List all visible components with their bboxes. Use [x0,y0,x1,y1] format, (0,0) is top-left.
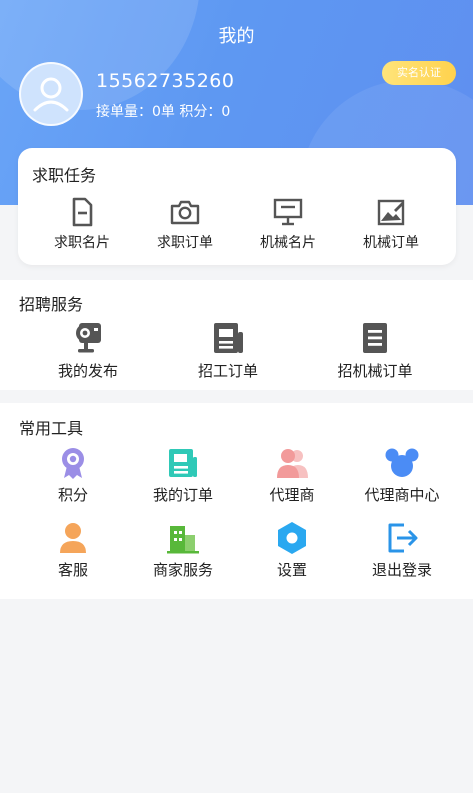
page-title: 我的 [218,26,255,47]
hire-order-item[interactable]: 招工订单 [188,320,268,381]
points-item[interactable]: 积分 [33,446,113,505]
job-tasks-title: 求职任务 [32,166,97,185]
machine-hire-order-item[interactable]: 招机械订单 [327,320,423,381]
monitor-icon [273,198,303,226]
list-document-icon [363,323,387,353]
recruit-section: 招聘服务 我的发布 招工订单 招机械订单 [0,280,473,390]
machine-order-item[interactable]: 机械订单 [355,196,427,252]
document-icon [72,197,93,227]
camera-icon [170,200,200,225]
merchant-service-item[interactable]: 商家服务 [143,521,223,580]
newspaper-icon [214,323,243,353]
recruit-title: 招聘服务 [19,295,84,314]
machine-card-label: 机械名片 [260,235,316,251]
job-order-item[interactable]: 求职订单 [149,196,221,252]
job-order-label: 求职订单 [157,235,213,251]
agent-center-label: 代理商中心 [364,486,440,504]
user-stats: 接单量：0单 积分：0 [96,104,231,120]
hire-order-label: 招工订单 [197,362,258,380]
user-avatar-icon [33,77,69,112]
settings-label: 设置 [276,561,307,579]
job-tasks-card: 求职任务 求职名片 求职订单 机械名片 机械订单 [18,148,456,265]
customer-service-label: 客服 [57,561,88,579]
user-icon [60,523,86,553]
settings-item[interactable]: 设置 [252,521,332,580]
buildings-icon [167,526,199,554]
agent-center-item[interactable]: 代理商中心 [352,446,452,505]
mickey-icon [385,448,419,477]
agent-item[interactable]: 代理商 [252,446,332,505]
my-orders-item[interactable]: 我的订单 [143,446,223,505]
machine-hire-order-label: 招机械订单 [337,362,413,380]
points-label: 积分 [57,486,88,504]
logout-label: 退出登录 [371,561,432,579]
medal-icon [62,448,84,479]
gear-icon [278,522,306,554]
agent-label: 代理商 [269,486,315,504]
my-post-label: 我的发布 [57,362,118,380]
logout-icon [388,523,418,553]
logout-item[interactable]: 退出登录 [362,521,442,580]
customer-service-item[interactable]: 客服 [33,521,113,580]
avatar[interactable] [19,62,83,126]
order-icon [169,449,197,477]
machine-order-label: 机械订单 [363,235,419,251]
machine-card-item[interactable]: 机械名片 [252,196,324,252]
image-edit-icon [377,199,405,226]
job-card-item[interactable]: 求职名片 [46,196,118,252]
my-post-item[interactable]: 我的发布 [48,320,128,381]
projector-icon [76,323,101,353]
job-card-label: 求职名片 [54,235,110,251]
tools-section: 常用工具 积分 我的订单 代理商 代理商中心 客服 商家服务 设置 退出登录 [0,403,473,599]
merchant-service-label: 商家服务 [152,561,213,579]
user-phone: 15562735260 [96,70,235,92]
verify-button[interactable]: 实名认证 [382,61,456,85]
users-icon [277,449,308,478]
my-orders-label: 我的订单 [152,486,213,504]
tools-title: 常用工具 [19,419,84,438]
